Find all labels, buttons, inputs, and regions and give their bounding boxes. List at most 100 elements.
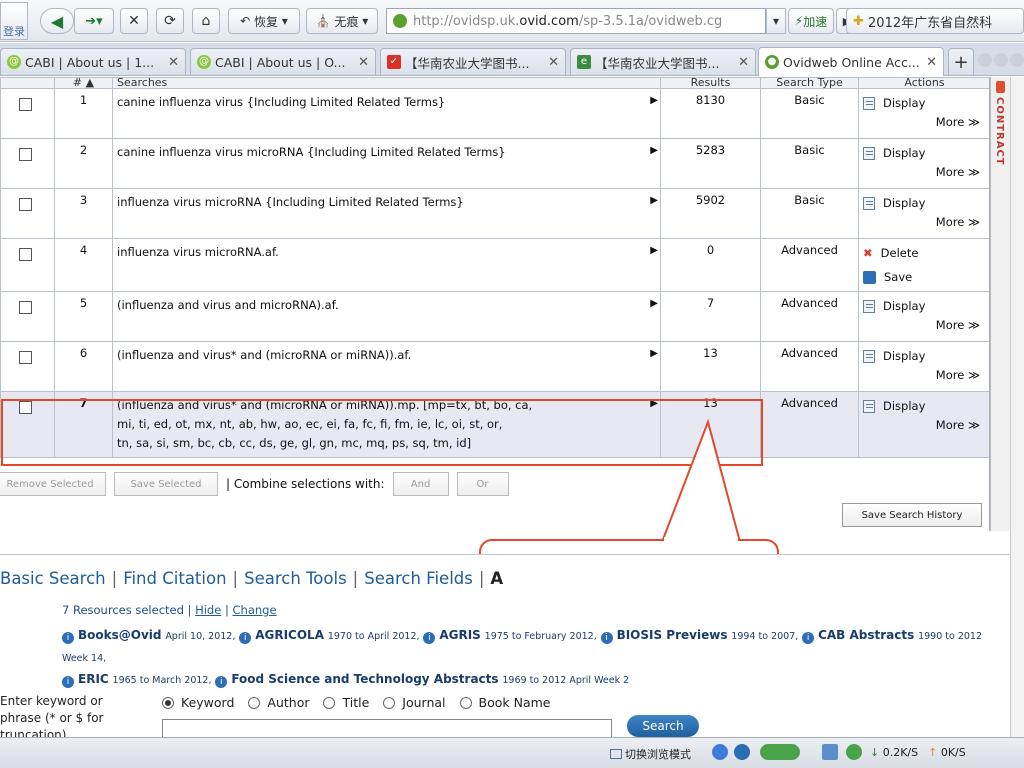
change-link[interactable]: Change	[233, 603, 277, 617]
ie-icon[interactable]	[712, 744, 728, 760]
select-all-checkbox[interactable]	[0, 77, 55, 89]
more-link[interactable]: More ≫	[863, 215, 986, 229]
expand-arrow-icon[interactable]: ▶	[650, 241, 658, 260]
keyword-input[interactable]	[162, 719, 612, 739]
search-type: Advanced	[760, 341, 859, 392]
expand-arrow-icon[interactable]: ▶	[650, 141, 658, 160]
tab-close-icon[interactable]: ✕	[548, 55, 559, 70]
row-checkbox[interactable]	[19, 248, 32, 261]
more-link[interactable]: More ≫	[863, 318, 986, 332]
row-checkbox[interactable]	[19, 148, 32, 161]
home-button[interactable]: ⌂	[192, 8, 220, 34]
address-bar[interactable]: http://ovidsp.uk. ovid.com/sp-3.5.1a/ovid…	[386, 8, 766, 34]
save-selected-button[interactable]: Save Selected	[114, 472, 218, 496]
display-icon	[863, 399, 875, 413]
search-query[interactable]: canine influenza virus {Including Limite…	[112, 88, 661, 139]
expand-arrow-icon[interactable]: ▶	[650, 91, 658, 110]
radio-book-name[interactable]: Book Name	[459, 695, 550, 710]
contract-panel-toggle[interactable]: CONTRACT	[990, 77, 1010, 531]
more-link[interactable]: More ≫	[863, 165, 986, 179]
news-ticker[interactable]: ✚ 2012年广东省自然科	[846, 8, 1024, 34]
display-link[interactable]: Display	[863, 396, 986, 416]
row-checkbox[interactable]	[19, 301, 32, 314]
accelerate-button[interactable]: ⚡ 加速	[788, 8, 834, 34]
address-dropdown[interactable]: ▾	[766, 8, 786, 34]
or-button[interactable]: Or	[456, 472, 509, 496]
tab-cabi-2[interactable]: @ CABI | About us | O... ✕	[190, 48, 376, 75]
database-item[interactable]: i AGRIS 1975 to February 2012,	[423, 628, 597, 644]
more-link[interactable]: More ≫	[863, 368, 986, 382]
tab-advanced[interactable]: A	[490, 569, 503, 588]
browse-mode-toggle[interactable]: 切换浏览模式	[610, 746, 691, 762]
row-checkbox[interactable]	[19, 401, 32, 414]
row-checkbox[interactable]	[19, 98, 32, 111]
database-item[interactable]: i Books@Ovid April 10, 2012,	[62, 628, 235, 644]
login-button[interactable]: 登录	[0, 2, 28, 40]
search-button[interactable]: Search	[627, 715, 699, 737]
search-query[interactable]: canine influenza virus microRNA {Includi…	[112, 138, 661, 189]
remove-selected-button[interactable]: Remove Selected	[0, 472, 106, 496]
tab-ovidweb[interactable]: ● Ovidweb Online Acc... ✕	[758, 47, 944, 76]
search-query[interactable]: (influenza and virus and microRNA).af. ▶	[112, 291, 661, 342]
refresh-button[interactable]: ⟳	[156, 8, 184, 34]
col-number[interactable]: # ▲	[54, 77, 113, 89]
display-link[interactable]: Display	[863, 296, 986, 316]
tab-find-citation[interactable]: Find Citation	[123, 569, 226, 588]
database-item[interactable]: i ERIC 1965 to March 2012,	[62, 672, 211, 688]
display-link[interactable]: Display	[863, 346, 986, 366]
more-link[interactable]: More ≫	[863, 115, 986, 129]
search-query[interactable]: influenza virus microRNA {Including Limi…	[112, 188, 661, 239]
restore-button[interactable]: ↶ 恢复 ▾	[228, 8, 300, 34]
expand-arrow-icon[interactable]: ▶	[650, 191, 658, 210]
display-link[interactable]: Display	[863, 93, 986, 113]
radio-title[interactable]: Title	[323, 695, 369, 710]
and-button[interactable]: And	[392, 472, 449, 496]
screenshot-icon[interactable]	[822, 744, 838, 760]
display-icon	[863, 196, 875, 210]
back-button[interactable]: ◀	[40, 8, 74, 34]
display-icon	[863, 299, 875, 313]
tab-close-icon[interactable]: ✕	[358, 55, 369, 70]
radio-author[interactable]: Author	[248, 695, 309, 710]
forward-button[interactable]: ➔▾	[74, 8, 114, 34]
search-query[interactable]: influenza virus microRNA.af. ▶	[112, 238, 661, 292]
tab-close-icon[interactable]: ✕	[168, 55, 179, 70]
search-query[interactable]: (influenza and virus* and (microRNA or m…	[112, 341, 661, 392]
toggle-icon[interactable]	[760, 744, 800, 760]
col-searches: Searches	[112, 77, 661, 89]
display-link[interactable]: Display	[863, 143, 986, 163]
radio-journal[interactable]: Journal	[383, 695, 446, 710]
tab-search-fields[interactable]: Search Fields	[364, 569, 473, 588]
display-link[interactable]: Display	[863, 193, 986, 213]
tab-library-1[interactable]: ✓ 【华南农业大学图书... ✕	[380, 48, 566, 75]
shield-icon[interactable]	[734, 744, 750, 760]
download-icon[interactable]	[846, 744, 862, 760]
tab-close-icon[interactable]: ✕	[926, 55, 937, 70]
search-query[interactable]: (influenza and virus* and (microRNA or m…	[112, 391, 661, 458]
tab-scroll-icons[interactable]	[978, 53, 1024, 71]
database-item[interactable]: i Food Science and Technology Abstracts 1…	[215, 672, 629, 688]
expand-arrow-icon[interactable]: ▶	[650, 344, 658, 363]
stop-button[interactable]: ✕	[120, 8, 148, 34]
tab-close-icon[interactable]: ✕	[738, 55, 749, 70]
hide-link[interactable]: Hide	[195, 603, 221, 617]
row-checkbox[interactable]	[19, 351, 32, 364]
row-checkbox[interactable]	[19, 198, 32, 211]
more-link[interactable]: More ≫	[863, 418, 986, 432]
save-search-history-button[interactable]: Save Search History	[842, 503, 982, 527]
tab-cabi-1[interactable]: @ CABI | About us | 1... ✕	[0, 48, 186, 75]
notrace-button[interactable]: ⛪ 无痕 ▾	[306, 8, 378, 34]
tab-library-2[interactable]: e 【华南农业大学图书... ✕	[570, 48, 756, 75]
info-icon: i	[62, 676, 74, 688]
database-item[interactable]: i BIOSIS Previews 1994 to 2007,	[600, 628, 798, 644]
page-scrollbar[interactable]	[1010, 77, 1024, 737]
expand-arrow-icon[interactable]: ▶	[650, 294, 658, 313]
radio-keyword[interactable]: Keyword	[162, 695, 234, 710]
delete-link[interactable]: ✖ Delete	[863, 243, 986, 263]
new-tab-button[interactable]: +	[948, 48, 974, 75]
tab-basic-search[interactable]: Basic Search	[0, 569, 106, 588]
expand-arrow-icon[interactable]: ▶	[650, 394, 658, 413]
tab-search-tools[interactable]: Search Tools	[244, 569, 347, 588]
database-item[interactable]: i AGRICOLA 1970 to April 2012,	[239, 628, 420, 644]
save-link[interactable]: Save	[863, 267, 986, 287]
